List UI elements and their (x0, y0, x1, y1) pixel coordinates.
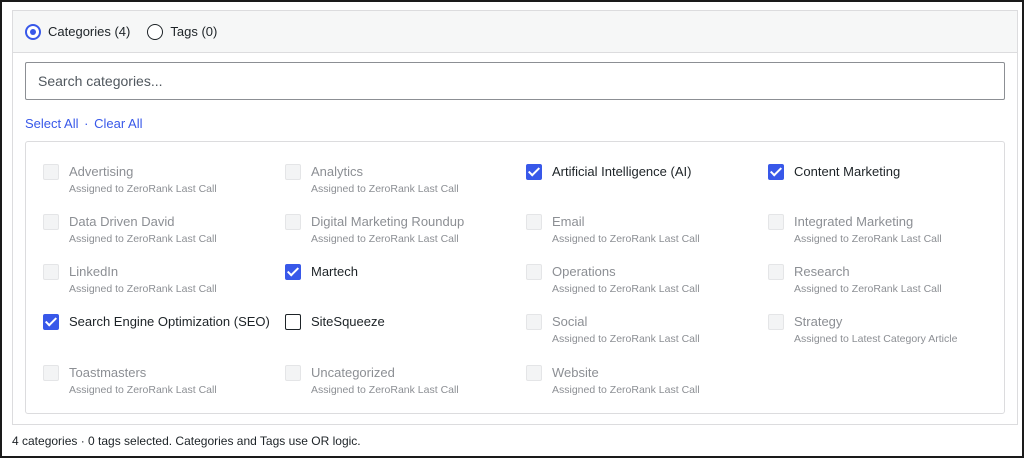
category-checkbox (285, 214, 301, 230)
category-name: SiteSqueeze (311, 314, 385, 329)
category-checkbox (526, 214, 542, 230)
category-checkbox-list: Advertising Assigned to ZeroRank Last Cal… (25, 141, 1005, 414)
category-name: Advertising (69, 164, 134, 179)
category-assignment-note: Assigned to ZeroRank Last Call (552, 384, 700, 396)
categories-radio-label: Categories (4) (48, 24, 131, 39)
taxonomy-panel: Categories (4) Tags (0) Select All · Cle… (12, 10, 1018, 425)
category-name: Search Engine Optimization (SEO) (69, 314, 270, 329)
category-assignment-note: Assigned to ZeroRank Last Call (311, 183, 459, 195)
select-all-link[interactable]: Select All (25, 116, 78, 131)
category-checkbox (526, 314, 542, 330)
category-item: Operations Assigned to ZeroRank Last Call (526, 263, 700, 296)
category-checkbox (768, 264, 784, 280)
mode-toggle-bar: Categories (4) Tags (0) (13, 11, 1017, 53)
bulk-actions: Select All · Clear All (25, 116, 143, 131)
category-name: Data Driven David (69, 214, 175, 229)
category-checkbox (285, 365, 301, 381)
category-assignment-note: Assigned to ZeroRank Last Call (794, 233, 942, 245)
category-item[interactable]: Martech (285, 263, 358, 280)
category-checkbox (285, 164, 301, 180)
category-name: Social (552, 314, 588, 329)
category-checkbox[interactable] (285, 314, 301, 330)
selection-summary: 4 categories · 0 tags selected. Categori… (12, 434, 361, 448)
category-assignment-note: Assigned to ZeroRank Last Call (69, 384, 217, 396)
category-item: Social Assigned to ZeroRank Last Call (526, 313, 700, 346)
category-item: Website Assigned to ZeroRank Last Call (526, 364, 700, 397)
category-name: Martech (311, 264, 358, 279)
category-assignment-note: Assigned to Latest Category Article (794, 333, 958, 345)
category-name: Email (552, 214, 585, 229)
category-checkbox (768, 314, 784, 330)
category-checkbox (43, 264, 59, 280)
category-checkbox (526, 264, 542, 280)
category-checkbox (43, 164, 59, 180)
category-name: Analytics (311, 164, 364, 179)
category-item: Toastmasters Assigned to ZeroRank Last Ca… (43, 364, 217, 397)
category-assignment-note: Assigned to ZeroRank Last Call (69, 183, 217, 195)
category-name: Artificial Intelligence (AI) (552, 164, 692, 179)
category-name: Content Marketing (794, 164, 901, 179)
category-item: Data Driven David Assigned to ZeroRank La… (43, 213, 217, 246)
tags-radio-option[interactable]: Tags (0) (147, 23, 218, 40)
category-name: Operations (552, 264, 616, 279)
category-item: LinkedIn Assigned to ZeroRank Last Call (43, 263, 217, 296)
clear-all-link[interactable]: Clear All (94, 116, 142, 131)
category-assignment-note: Assigned to ZeroRank Last Call (552, 333, 700, 345)
category-name: Integrated Marketing (794, 214, 914, 229)
category-item[interactable]: SiteSqueeze (285, 313, 385, 330)
search-categories-input[interactable] (25, 62, 1005, 100)
category-checkbox (43, 365, 59, 381)
categories-radio-option[interactable]: Categories (4) (25, 23, 131, 40)
category-checkbox[interactable] (43, 314, 59, 330)
category-name: Website (552, 365, 599, 380)
bulk-actions-separator: · (84, 116, 89, 131)
category-assignment-note: Assigned to ZeroRank Last Call (794, 283, 942, 295)
category-item: Strategy Assigned to Latest Category Arti… (768, 313, 957, 346)
category-name: Research (794, 264, 850, 279)
category-item: Analytics Assigned to ZeroRank Last Call (285, 163, 459, 196)
category-checkbox[interactable] (526, 164, 542, 180)
category-assignment-note: Assigned to ZeroRank Last Call (552, 283, 700, 295)
category-checkbox (526, 365, 542, 381)
category-item: Digital Marketing Roundup Assigned to Zer… (285, 213, 464, 246)
categories-radio[interactable] (25, 23, 41, 40)
category-name: Uncategorized (311, 365, 395, 380)
category-assignment-note: Assigned to ZeroRank Last Call (552, 233, 700, 245)
category-item: Advertising Assigned to ZeroRank Last Cal… (43, 163, 217, 196)
category-checkbox[interactable] (285, 264, 301, 280)
category-assignment-note: Assigned to ZeroRank Last Call (311, 233, 459, 245)
category-checkbox (768, 214, 784, 230)
tags-radio-label: Tags (0) (170, 24, 218, 39)
category-item[interactable]: Artificial Intelligence (AI) (526, 163, 691, 180)
category-item: Research Assigned to ZeroRank Last Call (768, 263, 942, 296)
category-item: Email Assigned to ZeroRank Last Call (526, 213, 700, 246)
category-name: LinkedIn (69, 264, 119, 279)
category-name: Digital Marketing Roundup (311, 214, 465, 229)
category-item[interactable]: Search Engine Optimization (SEO) (43, 313, 270, 330)
category-name: Strategy (794, 314, 843, 329)
category-item[interactable]: Content Marketing (768, 163, 900, 180)
category-assignment-note: Assigned to ZeroRank Last Call (69, 233, 217, 245)
window-frame: Categories (4) Tags (0) Select All · Cle… (0, 0, 1024, 458)
category-item: Uncategorized Assigned to ZeroRank Last C… (285, 364, 459, 397)
category-checkbox (43, 214, 59, 230)
category-assignment-note: Assigned to ZeroRank Last Call (69, 283, 217, 295)
tags-radio[interactable] (147, 23, 164, 40)
category-assignment-note: Assigned to ZeroRank Last Call (311, 384, 459, 396)
category-checkbox[interactable] (768, 164, 784, 180)
category-item: Integrated Marketing Assigned to ZeroRank… (768, 213, 942, 246)
category-name: Toastmasters (69, 365, 147, 380)
